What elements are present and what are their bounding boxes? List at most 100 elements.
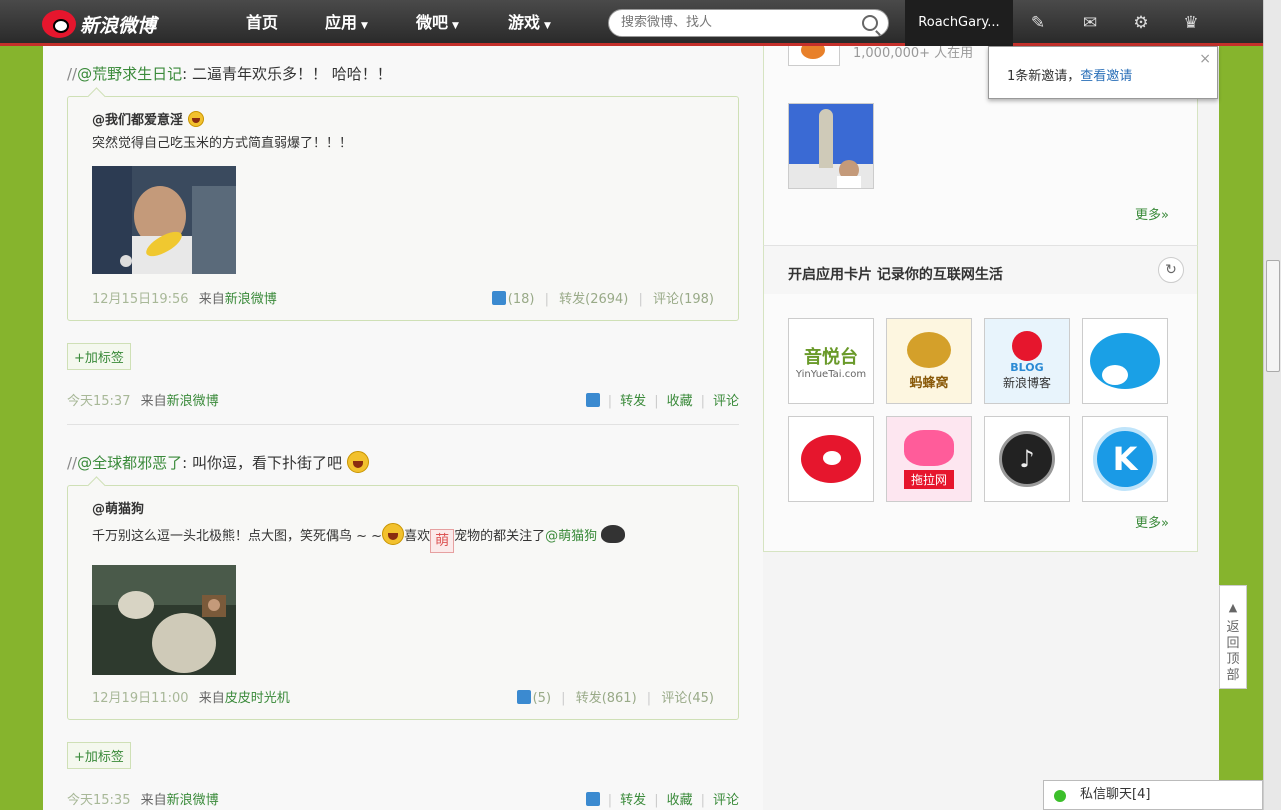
source-link[interactable]: 新浪微博 [167, 793, 219, 808]
quoted-author[interactable]: @萌猫狗 [92, 498, 714, 517]
caret-down-icon: ▼ [452, 21, 459, 31]
repost-slash: // [67, 65, 78, 83]
app-kugou[interactable]: K [1082, 416, 1168, 502]
post-image-polar-bear[interactable] [92, 565, 236, 675]
source-link[interactable]: 新浪微博 [225, 292, 277, 307]
comment-link[interactable]: 评论(198) [653, 292, 714, 307]
message-icon[interactable]: ✉ [1079, 12, 1101, 34]
chat-label: 私信聊天[4] [1080, 787, 1151, 802]
app-sina-blog[interactable]: BLOG 新浪博客 [984, 318, 1070, 404]
cat-emoji-icon [601, 525, 626, 543]
apps-box-title: 开启应用卡片 记录你的互联网生活 [788, 267, 1003, 283]
quoted-text-part: 千万别这么逗一头北极熊！点大图，笑死偶鸟 ~ ~ [92, 529, 383, 544]
private-chat-bar[interactable]: 私信聊天[4] [1043, 780, 1263, 810]
search-input[interactable] [621, 15, 851, 30]
logo-text: 新浪微博 [80, 14, 157, 37]
forward-link[interactable]: 转发(861) [576, 691, 637, 706]
quoted-meta: 12月15日19:56 来自新浪微博 (18) | 转发(2694) | 评论(… [92, 288, 714, 308]
forward-button[interactable]: 转发 [620, 793, 646, 808]
app-chat-bubble[interactable] [1082, 318, 1168, 404]
comment-button[interactable]: 评论 [713, 394, 739, 409]
from-label: 来自 [140, 394, 167, 409]
quoted-text-part: 宠物的都关注了 [454, 529, 546, 544]
post-text: //@荒野求生日记: 二逼青年欢乐多！！ 哈哈！！ [67, 64, 739, 84]
forward-button[interactable]: 转发 [620, 394, 646, 409]
nav-weiba[interactable]: 微吧 ▼ [416, 0, 459, 46]
add-tag-button[interactable]: +加标签 [67, 742, 131, 769]
from-label: 来自 [140, 793, 167, 808]
favorite-button[interactable]: 收藏 [667, 793, 693, 808]
post-image-corn[interactable] [92, 166, 236, 274]
apps-box: 开启应用卡片 记录你的互联网生活 ↻ 音悦台 YinYueTai.com 蚂蜂窝 … [763, 245, 1198, 552]
favorite-button[interactable]: 收藏 [667, 394, 693, 409]
like-thumb-icon[interactable] [491, 291, 506, 305]
weibo-logo[interactable]: 新浪微博 [42, 7, 182, 41]
quoted-text-part: 喜欢 [404, 529, 431, 544]
nav-games[interactable]: 游戏 ▼ [508, 0, 551, 46]
quoted-actions: (5) | 转发(861) | 评论(45) [511, 687, 714, 706]
like-thumb-icon[interactable] [516, 690, 531, 704]
app-music-player[interactable]: ♪ [984, 416, 1070, 502]
back-to-top-label: 返回顶部 [1226, 620, 1240, 683]
app-weibo-reader[interactable] [788, 416, 874, 502]
view-invite-link[interactable]: 查看邀请 [1080, 69, 1132, 84]
laughing-emoji-icon [382, 523, 405, 545]
gear-icon[interactable]: ⚙ [1130, 12, 1152, 34]
more-link[interactable]: 更多» [1135, 512, 1169, 531]
nav-apps-label: 应用 [325, 13, 358, 32]
more-link[interactable]: 更多» [1135, 204, 1169, 223]
mention-link[interactable]: @萌猫狗 [545, 529, 597, 544]
like-count[interactable]: (18) [508, 292, 535, 307]
post-body: : 叫你逗，看下扑街了吧 [182, 454, 342, 472]
mention-link[interactable]: @荒野求生日记 [77, 65, 182, 83]
nav-apps[interactable]: 应用 ▼ [325, 0, 368, 46]
quoted-time[interactable]: 12月15日19:56 [92, 292, 189, 307]
search-icon[interactable] [862, 15, 878, 31]
close-icon[interactable]: × [1199, 51, 1211, 67]
top-navbar: 新浪微博 首页 应用▼ 微吧▼ 游戏▼ RoachGary... ✎ ✉ ⚙ ♛ [0, 0, 1263, 46]
username-label: RoachGary... [918, 15, 1000, 30]
crown-icon[interactable]: ♛ [1180, 12, 1202, 34]
source-link[interactable]: 新浪微博 [167, 394, 219, 409]
quoted-text: 突然觉得自己吃玉米的方式简直弱爆了！！！ [92, 136, 353, 151]
like-thumb-icon[interactable] [585, 792, 600, 806]
quoted-time[interactable]: 12月19日11:00 [92, 691, 189, 706]
nav-games-label: 游戏 [508, 13, 541, 32]
user-avatar[interactable] [788, 103, 874, 189]
back-to-top-button[interactable]: ▲ 返回顶部 [1219, 585, 1247, 689]
like-thumb-icon[interactable] [585, 393, 600, 407]
nav-home[interactable]: 首页 [246, 0, 278, 46]
forward-link[interactable]: 转发(2694) [559, 292, 628, 307]
post-divider [67, 424, 739, 425]
from-label: 来自 [198, 292, 225, 307]
feed-post: //@荒野求生日记: 二逼青年欢乐多！！ 哈哈！！ @我们都爱意淫 突然觉得自己… [67, 64, 739, 425]
page-content: //@荒野求生日记: 二逼青年欢乐多！！ 哈哈！！ @我们都爱意淫 突然觉得自己… [43, 38, 1219, 810]
app-mafengwo[interactable]: 蚂蜂窝 [886, 318, 972, 404]
repost-slash: // [67, 454, 78, 472]
meng-emoji-icon: 萌 [430, 529, 455, 553]
quoted-author[interactable]: @我们都爱意淫 [92, 109, 714, 128]
app-tuolawang[interactable]: 拖拉网 [886, 416, 972, 502]
user-name-button[interactable]: RoachGary... [905, 0, 1013, 46]
quoted-meta: 12月19日11:00 来自皮皮时光机 (5) | 转发(861) | 评论(4… [92, 687, 714, 707]
post-time[interactable]: 今天15:37 [67, 394, 130, 409]
add-tag-button[interactable]: +加标签 [67, 343, 131, 370]
heart-eyes-emoji-icon [187, 111, 204, 127]
source-link[interactable]: 皮皮时光机 [225, 691, 290, 706]
scrollbar[interactable] [1263, 0, 1281, 810]
scrollbar-thumb[interactable] [1266, 260, 1280, 372]
like-count[interactable]: (5) [533, 691, 551, 706]
comment-link[interactable]: 评论(45) [661, 691, 714, 706]
mention-link[interactable]: @全球都邪恶了 [77, 454, 182, 472]
search-box [608, 9, 889, 37]
post-actions: | 转发 | 收藏 | 评论 [585, 789, 739, 808]
post-body: : 二逼青年欢乐多！！ 哈哈！！ [182, 65, 392, 83]
compose-icon[interactable]: ✎ [1027, 12, 1049, 34]
weibo-eye-icon [42, 10, 76, 38]
refresh-icon[interactable]: ↻ [1158, 257, 1184, 283]
arrow-up-icon: ▲ [1228, 601, 1238, 614]
quoted-post: @萌猫狗 千万别这么逗一头北极熊！点大图，笑死偶鸟 ~ ~ 喜欢萌宠物的都关注了@… [67, 485, 739, 720]
comment-button[interactable]: 评论 [713, 793, 739, 808]
app-yinyuetai[interactable]: 音悦台 YinYueTai.com [788, 318, 874, 404]
post-time[interactable]: 今天15:35 [67, 793, 130, 808]
